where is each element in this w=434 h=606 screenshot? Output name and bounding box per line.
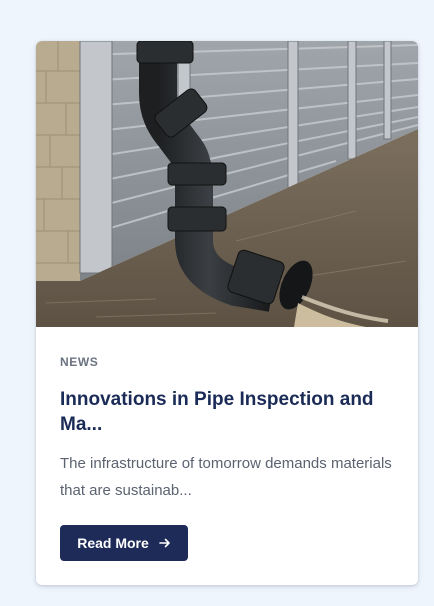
category-label: NEWS — [60, 355, 99, 369]
news-card: NEWS Innovations in Pipe Inspection and … — [36, 41, 418, 585]
read-more-button[interactable]: Read More — [60, 525, 188, 561]
arrow-right-icon — [158, 538, 170, 548]
article-excerpt: The infrastructure of tomorrow demands m… — [60, 455, 392, 499]
article-image[interactable] — [36, 41, 418, 327]
read-more-label: Read More — [77, 535, 149, 551]
article-title[interactable]: Innovations in Pipe Inspection and Ma... — [60, 387, 400, 437]
